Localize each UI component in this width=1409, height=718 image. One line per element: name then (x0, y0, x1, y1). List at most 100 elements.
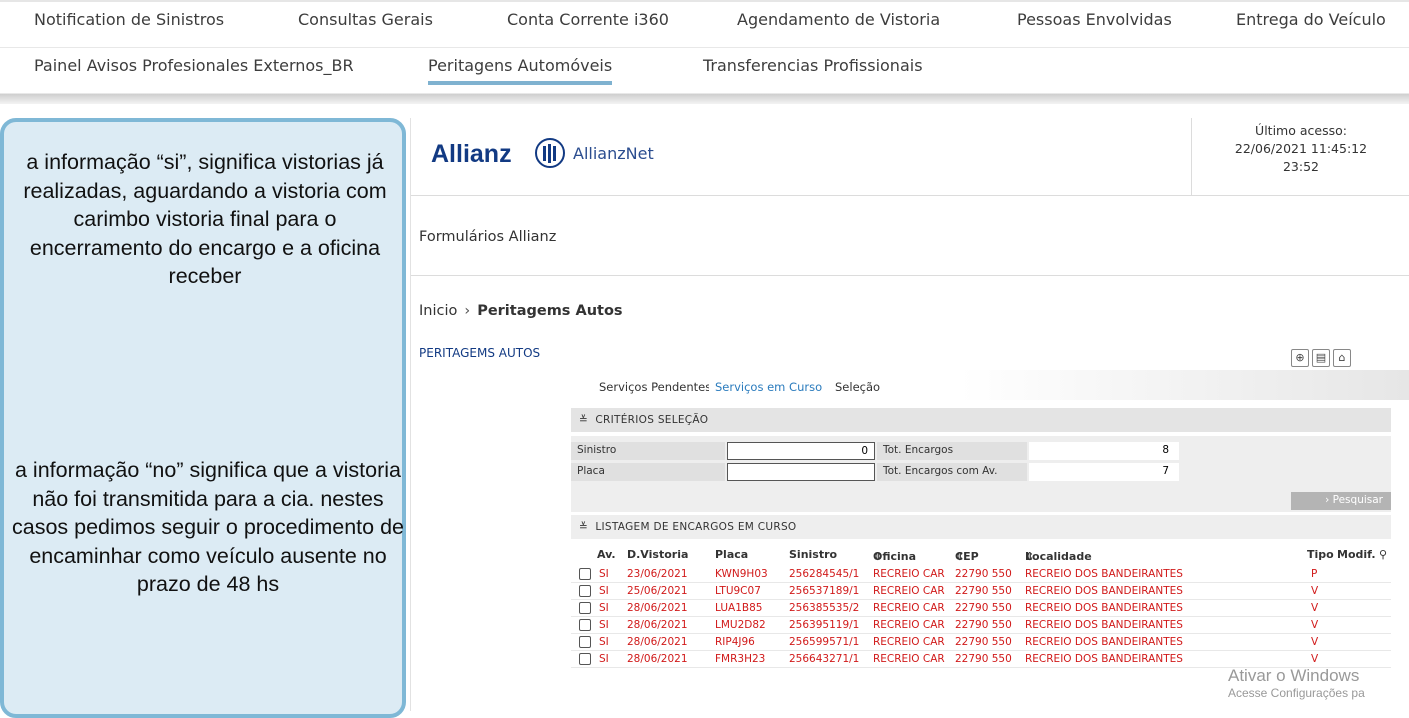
sinistro-input[interactable]: 0 (727, 442, 875, 460)
col-dvistoria[interactable]: D.Vistoria (627, 548, 688, 561)
table-row[interactable]: SI 23/06/2021 KWN9H03 256284545/1 RECREI… (571, 566, 1391, 583)
nav-transferencias[interactable]: Transferencias Profissionais (703, 56, 923, 75)
table-row[interactable]: SI 25/06/2021 LTU9C07 256537189/1 RECREI… (571, 583, 1391, 600)
cell-placa: FMR3H23 (715, 653, 766, 665)
top-navigation: Notification de Sinistros Consultas Gera… (0, 0, 1409, 104)
nav-row-2: Painel Avisos Profesionales Externos_BR … (0, 54, 1409, 94)
cell-localidade: RECREIO DOS BANDEIRANTES (1025, 585, 1183, 597)
allianz-logo-icon (535, 138, 565, 168)
col-localidade-label: Localidade (1025, 550, 1092, 563)
cell-sinistro: 256395119/1 (789, 619, 860, 631)
nav-painel-avisos[interactable]: Painel Avisos Profesionales Externos_BR (34, 56, 354, 75)
cell-tipo: P (1311, 568, 1318, 580)
row-checkbox[interactable] (579, 653, 591, 665)
cell-tipo: V (1311, 619, 1319, 631)
table-row[interactable]: SI 28/06/2021 LMU2D82 256395119/1 RECREI… (571, 617, 1391, 634)
cell-sinistro: 256599571/1 (789, 636, 860, 648)
col-placa[interactable]: Placa (715, 548, 748, 561)
tab-servicos-em-curso[interactable]: Serviços em Curso (709, 380, 829, 400)
listing-header[interactable]: ≚ LISTAGEM DE ENCARGOS EM CURSO (571, 515, 1391, 539)
allianz-logo-text: Allianz (431, 140, 512, 168)
nav-divider (0, 94, 1409, 104)
cell-cep: 22790 550 (955, 602, 1012, 614)
cell-av: SI (599, 653, 609, 665)
criteria-panel: Sinistro 0 Tot. Encargos 8 Placa Tot. En… (571, 436, 1391, 512)
print-icon[interactable]: ▤ (1312, 349, 1330, 367)
cell-oficina: RECREIO CAR (873, 619, 945, 631)
collapse-icon: ≚ (579, 521, 589, 533)
cell-oficina: RECREIO CAR (873, 653, 945, 665)
table-row[interactable]: SI 28/06/2021 RIP4J96 256599571/1 RECREI… (571, 634, 1391, 651)
breadcrumb-current: Peritagems Autos (477, 303, 623, 319)
tab-selecao[interactable]: Seleção (835, 380, 880, 394)
app-name: AllianzNet (573, 144, 654, 163)
windows-activation-watermark: Ativar o Windows Acesse Configurações pa (1228, 666, 1365, 700)
col-oficina-label: Oficina (873, 550, 917, 563)
globe-icon[interactable]: ⊕ (1291, 349, 1309, 367)
cell-oficina: RECREIO CAR (873, 636, 945, 648)
col-modif[interactable]: Modif. (1337, 548, 1376, 561)
nav-consultas-gerais[interactable]: Consultas Gerais (298, 10, 433, 29)
home-icon[interactable]: ⌂ (1333, 349, 1351, 367)
forms-link[interactable]: Formulários Allianz (419, 229, 556, 245)
row-checkbox[interactable] (579, 585, 591, 597)
nav-peritagens-automoveis[interactable]: Peritagens Automóveis (428, 56, 613, 85)
table-row[interactable]: SI 28/06/2021 LUA1B85 256385535/2 RECREI… (571, 600, 1391, 617)
cell-sinistro: 256537189/1 (789, 585, 860, 597)
row-checkbox[interactable] (579, 619, 591, 631)
wrench-icon[interactable]: ⚲ (1379, 548, 1387, 561)
cell-dvistoria: 28/06/2021 (627, 636, 688, 648)
collapse-icon: ≚ (579, 414, 589, 426)
last-access-datetime: 22/06/2021 11:45:12 (1234, 141, 1368, 156)
cell-dvistoria: 28/06/2021 (627, 602, 688, 614)
annotation-callout: a informação “si”, significa vistorias j… (0, 118, 406, 718)
search-button-label: Pesquisar (1332, 494, 1383, 506)
nav-agendamento-vistoria[interactable]: Agendamento de Vistoria (737, 10, 940, 29)
cell-sinistro: 256284545/1 (789, 568, 860, 580)
search-button[interactable]: › Pesquisar (1291, 492, 1391, 510)
tot-av-label: Tot. Encargos com Av. (877, 463, 1027, 481)
page-title: PERITAGEMS AUTOS (419, 346, 541, 360)
cell-placa: LMU2D82 (715, 619, 766, 631)
cell-localidade: RECREIO DOS BANDEIRANTES (1025, 636, 1183, 648)
col-av[interactable]: Av. (597, 548, 616, 561)
cell-cep: 22790 550 (955, 585, 1012, 597)
cell-dvistoria: 28/06/2021 (627, 619, 688, 631)
placa-input[interactable] (727, 463, 875, 481)
breadcrumb-home[interactable]: Inicio (419, 303, 457, 319)
last-access-label: Último acesso: (1255, 123, 1347, 138)
last-access-box: Último acesso: 22/06/2021 11:45:12 23:52 (1191, 118, 1409, 196)
row-checkbox[interactable] (579, 602, 591, 614)
row-checkbox[interactable] (579, 636, 591, 648)
cell-av: SI (599, 619, 609, 631)
tab-servicos-pendentes[interactable]: Serviços Pendentes (599, 380, 711, 394)
cell-cep: 22790 550 (955, 568, 1012, 580)
criteria-header[interactable]: ≚ CRITÉRIOS SELEÇÃO (571, 408, 1391, 432)
tot-av-value: 7 (1029, 463, 1179, 481)
cell-av: SI (599, 568, 609, 580)
cell-av: SI (599, 636, 609, 648)
col-sinistro[interactable]: Sinistro (789, 548, 837, 561)
cell-cep: 22790 550 (955, 636, 1012, 648)
placa-label: Placa (571, 463, 725, 481)
cell-oficina: RECREIO CAR (873, 585, 945, 597)
cell-sinistro: 256385535/2 (789, 602, 860, 614)
callout-text-si: a informação “si”, significa vistorias j… (23, 150, 387, 288)
cell-cep: 22790 550 (955, 653, 1012, 665)
cell-av: SI (599, 602, 609, 614)
last-access-time: 23:52 (1282, 159, 1320, 174)
nav-entrega-veiculo[interactable]: Entrega do Veículo (1236, 10, 1386, 29)
col-tipo[interactable]: Tipo (1307, 548, 1334, 561)
col-cep-label: CEP (955, 550, 979, 563)
nav-notification-sinistros[interactable]: Notification de Sinistros (34, 10, 224, 29)
nav-conta-corrente[interactable]: Conta Corrente i360 (507, 10, 669, 29)
row-checkbox[interactable] (579, 568, 591, 580)
cell-tipo: V (1311, 585, 1319, 597)
tab-bar: Serviços Pendentes Serviços em Curso Sel… (411, 370, 1409, 400)
callout-text-no: a informação “no” significa que a vistor… (12, 458, 404, 596)
cell-oficina: RECREIO CAR (873, 568, 945, 580)
watermark-line-2: Acesse Configurações pa (1228, 686, 1365, 700)
toolbar-icons: ⊕ ▤ ⌂ (1291, 346, 1354, 367)
tot-encargos-value: 8 (1029, 442, 1179, 460)
nav-pessoas-envolvidas[interactable]: Pessoas Envolvidas (1017, 10, 1172, 29)
